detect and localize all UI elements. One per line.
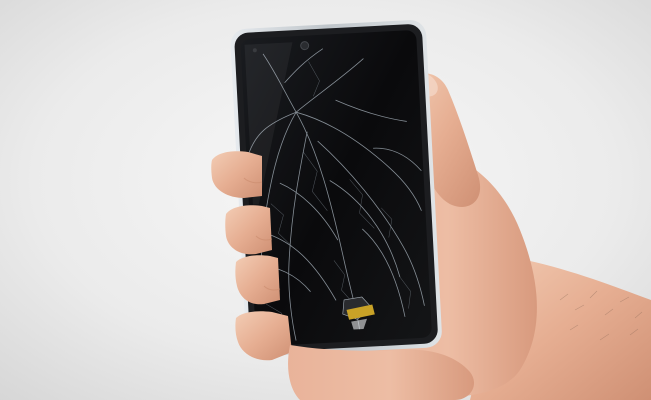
- finger-middle: [225, 205, 272, 255]
- photo-illustration: [0, 0, 651, 400]
- photo-scene: [0, 0, 651, 400]
- front-camera-icon: [300, 41, 310, 51]
